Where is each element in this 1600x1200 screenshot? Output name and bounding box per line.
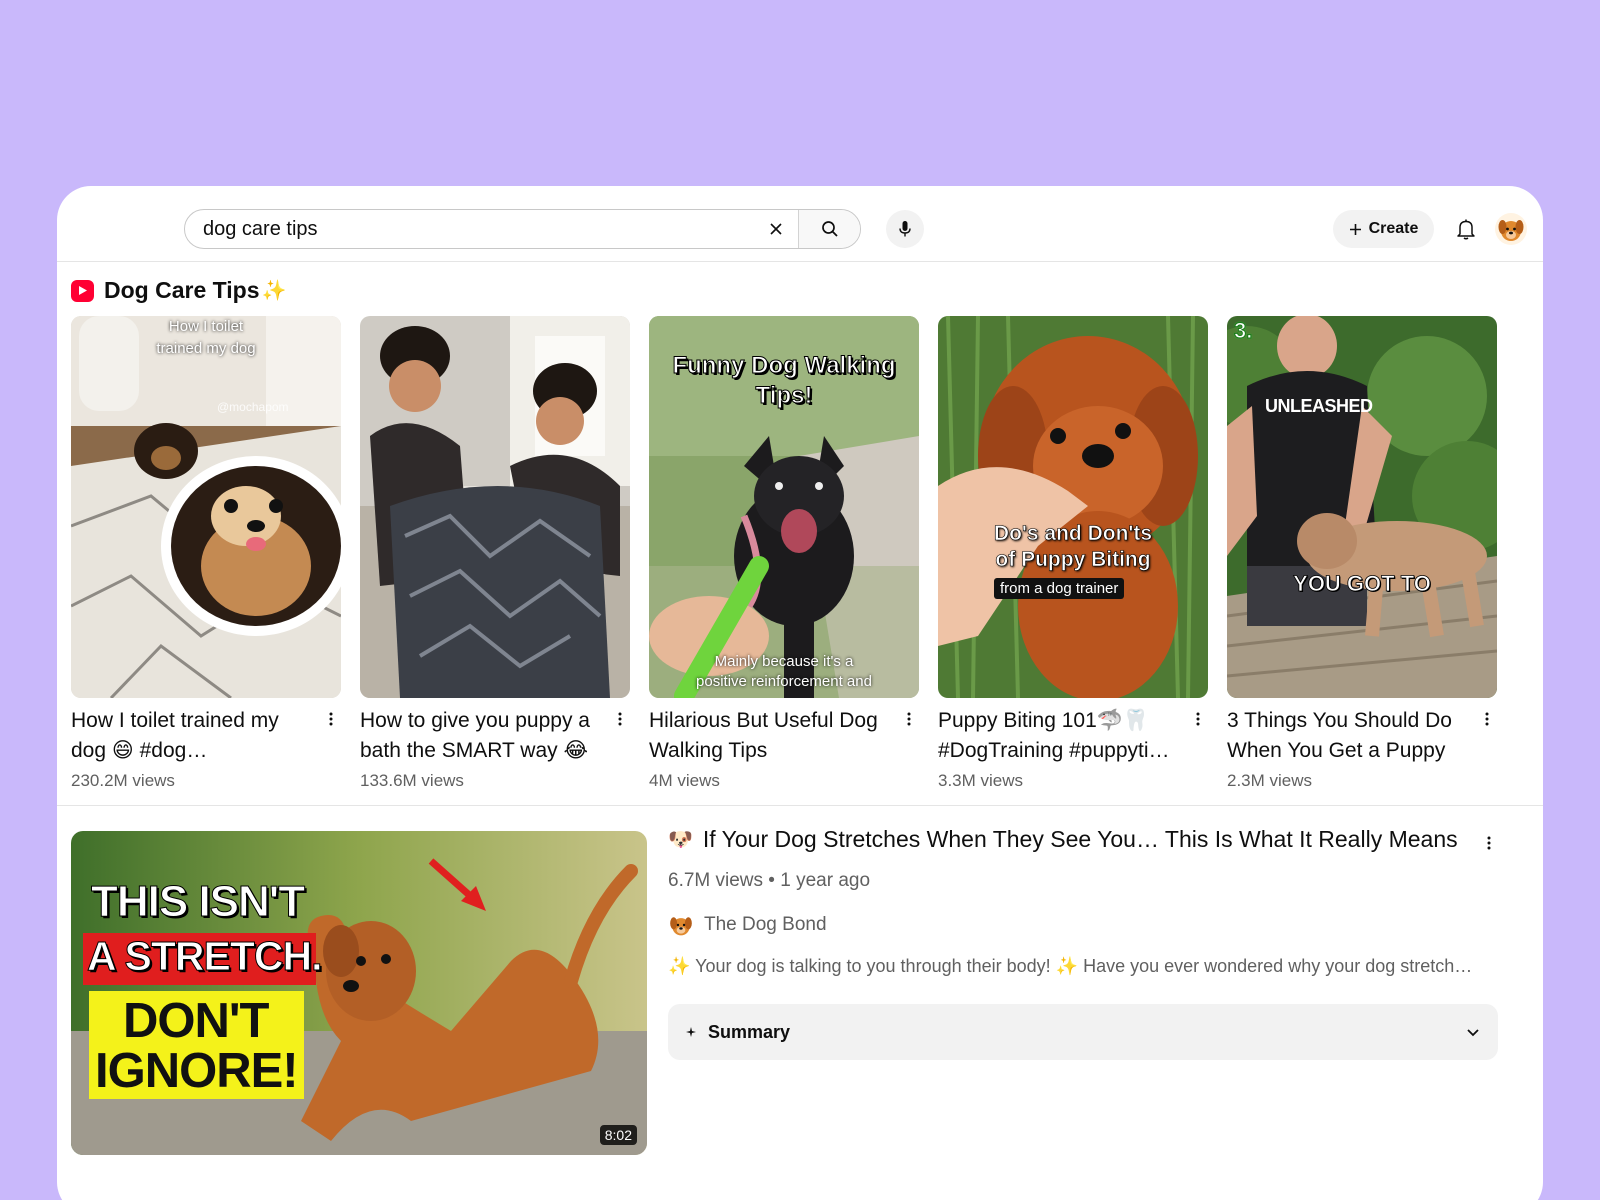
short-card[interactable]: Do's and Don'ts of Puppy Biting from a d… bbox=[938, 316, 1208, 791]
dog-emoji-icon: 🐶 bbox=[668, 829, 693, 851]
bell-icon bbox=[1457, 219, 1475, 240]
avatar[interactable] bbox=[1495, 213, 1527, 245]
search-box bbox=[184, 209, 861, 249]
short-views: 2.3M views bbox=[1227, 771, 1313, 790]
short-views: 4M views bbox=[649, 771, 720, 790]
short-thumbnail[interactable] bbox=[360, 316, 630, 698]
section-divider bbox=[57, 805, 1543, 806]
short-title[interactable]: Hilarious But Useful Dog Walking Tips bbox=[649, 706, 893, 766]
search-icon bbox=[821, 221, 838, 237]
more-options-button[interactable] bbox=[901, 708, 917, 730]
more-vertical-icon bbox=[907, 712, 911, 726]
more-vertical-icon bbox=[618, 712, 622, 726]
short-thumbnail[interactable]: Do's and Don'ts of Puppy Biting from a d… bbox=[938, 316, 1208, 698]
sparkle-icon bbox=[686, 1027, 696, 1037]
summary-expander[interactable]: Summary bbox=[668, 1004, 1498, 1060]
short-thumbnail[interactable]: 3. UNLEASHED YOU GOT TO bbox=[1227, 316, 1497, 698]
channel-avatar-icon bbox=[670, 917, 692, 936]
top-bar: Create bbox=[57, 186, 1543, 262]
short-views: 3.3M views bbox=[938, 771, 1024, 790]
short-overlay-shirt-text: UNLEASHED bbox=[1265, 396, 1373, 416]
short-title[interactable]: Puppy Biting 101🦈🦷 #DogTraining #puppyti… bbox=[938, 706, 1182, 766]
short-overlay-caption: Mainly because it's a positive reinforce… bbox=[696, 653, 872, 690]
shorts-logo-icon bbox=[71, 279, 94, 302]
notifications-button[interactable] bbox=[1451, 214, 1481, 244]
short-overlay-number: 3. bbox=[1233, 318, 1253, 344]
video-meta: 6.7M views • 1 year ago bbox=[668, 870, 871, 891]
browser-window: Create Dog Care Tips ✨ bbox=[57, 186, 1543, 1200]
more-vertical-icon bbox=[329, 712, 333, 726]
short-overlay-text: How I toilet trained my dog bbox=[156, 318, 256, 357]
search-button[interactable] bbox=[798, 210, 860, 248]
short-thumbnail[interactable]: Funny Dog Walking Tips! Mainly because i… bbox=[649, 316, 919, 698]
shorts-shelf-header: Dog Care Tips ✨ bbox=[71, 277, 286, 304]
more-options-button[interactable] bbox=[612, 708, 628, 730]
close-icon bbox=[770, 223, 782, 235]
summary-label: Summary bbox=[708, 1021, 791, 1042]
channel-link[interactable]: The Dog Bond bbox=[668, 912, 1498, 938]
video-more-options-button[interactable] bbox=[1481, 832, 1497, 854]
short-overlay-text: Do's and Don'ts of Puppy Biting bbox=[993, 522, 1153, 572]
more-vertical-icon bbox=[1485, 712, 1489, 726]
more-vertical-icon bbox=[1487, 836, 1491, 850]
more-options-button[interactable] bbox=[323, 708, 339, 730]
short-views: 230.2M views bbox=[71, 771, 175, 790]
short-overlay-badge: from a dog trainer bbox=[994, 578, 1125, 599]
create-label: Create bbox=[1368, 220, 1419, 237]
short-views: 133.6M views bbox=[360, 771, 464, 790]
short-title[interactable]: How to give you puppy a bath the SMART w… bbox=[360, 706, 604, 766]
thumb-text-line3: DON'T bbox=[123, 994, 269, 1048]
search-input[interactable] bbox=[185, 210, 754, 248]
channel-name: The Dog Bond bbox=[704, 914, 827, 935]
plus-icon bbox=[1349, 223, 1361, 235]
short-title[interactable]: 3 Things You Should Do When You Get a Pu… bbox=[1227, 706, 1471, 766]
thumb-text-line4: IGNORE! bbox=[95, 1044, 299, 1098]
short-card[interactable]: How to give you puppy a bath the SMART w… bbox=[360, 316, 630, 791]
video-duration-badge: 8:02 bbox=[599, 1125, 637, 1145]
clear-search-button[interactable] bbox=[754, 210, 798, 248]
short-thumbnail[interactable]: How I toilet trained my dog @mochapom bbox=[71, 316, 341, 698]
video-description: ✨ Your dog is talking to you through the… bbox=[668, 956, 1473, 976]
voice-search-button[interactable] bbox=[886, 210, 924, 248]
short-overlay-text: Funny Dog Walking Tips! bbox=[672, 352, 896, 410]
chevron-down-icon bbox=[1467, 1028, 1479, 1036]
dog-avatar-icon bbox=[1498, 220, 1524, 241]
sparkle-icon: ✨ bbox=[261, 280, 287, 302]
short-title[interactable]: How I toilet trained my dog 😄 #dog… bbox=[71, 706, 315, 766]
more-options-button[interactable] bbox=[1190, 708, 1206, 730]
create-button[interactable]: Create bbox=[1333, 210, 1434, 248]
short-card[interactable]: 3. UNLEASHED YOU GOT TO 3 Things You Sho… bbox=[1227, 316, 1497, 791]
microphone-icon bbox=[899, 221, 911, 237]
video-thumbnail[interactable]: THIS ISN'T A STRETCH. DON'T IGNORE! 8:02 bbox=[71, 831, 647, 1155]
short-overlay-caption: YOU GOT TO bbox=[1293, 571, 1432, 597]
more-options-button[interactable] bbox=[1479, 708, 1495, 730]
short-card[interactable]: How I toilet trained my dog @mochapom Ho… bbox=[71, 316, 341, 791]
short-overlay-handle: @mochapom bbox=[217, 400, 289, 414]
more-vertical-icon bbox=[1196, 712, 1200, 726]
video-title[interactable]: If Your Dog Stretches When They See You…… bbox=[703, 826, 1458, 853]
thumb-text-line1: THIS ISN'T bbox=[90, 877, 305, 927]
short-card[interactable]: Funny Dog Walking Tips! Mainly because i… bbox=[649, 316, 919, 791]
shelf-title: Dog Care Tips bbox=[104, 277, 260, 303]
thumb-text-line2: A STRETCH. bbox=[86, 933, 322, 980]
video-info: 🐶 If Your Dog Stretches When They See Yo… bbox=[668, 826, 1498, 977]
